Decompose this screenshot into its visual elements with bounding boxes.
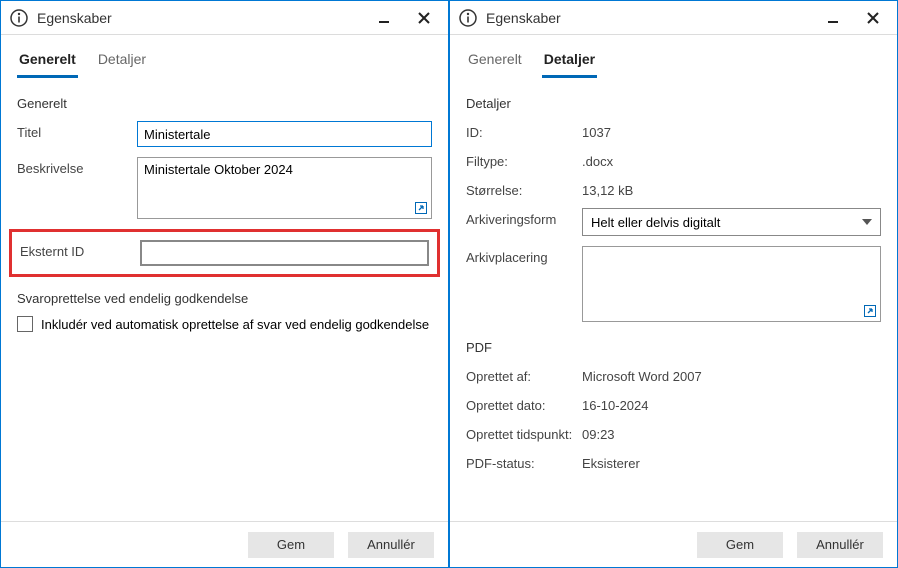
section-heading-reply: Svaroprettelse ved endelig godkendelse [17, 291, 432, 306]
row-external-id: Eksternt ID [20, 240, 429, 266]
title-input[interactable] [137, 121, 432, 147]
footer: Gem Annullér [450, 521, 897, 567]
value-pdf-status: Eksisterer [582, 452, 640, 471]
archiveform-dropdown[interactable]: Helt eller delvis digitalt [582, 208, 881, 236]
label-id: ID: [466, 121, 582, 140]
external-id-highlight: Eksternt ID [9, 229, 440, 277]
save-button[interactable]: Gem [697, 532, 783, 558]
label-size: Størrelse: [466, 179, 582, 198]
section-heading-general: Generelt [1, 78, 448, 121]
tab-general[interactable]: Generelt [17, 47, 78, 78]
form-general: Titel Beskrivelse Ministertale Oktober 2… [1, 121, 448, 521]
external-id-input[interactable] [140, 240, 429, 266]
expand-icon[interactable] [414, 201, 428, 215]
section-heading-pdf: PDF [466, 340, 881, 355]
row-archiveloc: Arkivplacering [466, 246, 881, 322]
window-title: Egenskaber [486, 10, 813, 26]
label-external-id: Eksternt ID [20, 240, 140, 259]
row-size: Størrelse: 13,12 kB [466, 179, 881, 198]
titlebar: Egenskaber [1, 1, 448, 35]
label-pdf-created-time: Oprettet tidspunkt: [466, 423, 582, 442]
save-button[interactable]: Gem [248, 532, 334, 558]
tab-general[interactable]: Generelt [466, 47, 524, 78]
window-title: Egenskaber [37, 10, 364, 26]
row-pdf-created-by: Oprettet af: Microsoft Word 2007 [466, 365, 881, 384]
row-id: ID: 1037 [466, 121, 881, 140]
value-id: 1037 [582, 121, 611, 140]
value-pdf-created-date: 16-10-2024 [582, 394, 649, 413]
label-pdf-created-date: Oprettet dato: [466, 394, 582, 413]
cancel-button[interactable]: Annullér [797, 532, 883, 558]
footer: Gem Annullér [1, 521, 448, 567]
description-textarea[interactable]: Ministertale Oktober 2024 [137, 157, 432, 219]
label-pdf-created-by: Oprettet af: [466, 365, 582, 384]
row-include-auto-reply: Inkludér ved automatisk oprettelse af sv… [17, 316, 432, 332]
tabs: Generelt Detaljer [450, 35, 897, 78]
label-description: Beskrivelse [17, 157, 137, 176]
tab-details[interactable]: Detaljer [542, 47, 597, 78]
label-title: Titel [17, 121, 137, 140]
expand-icon[interactable] [863, 304, 877, 318]
label-archiveloc: Arkivplacering [466, 246, 582, 265]
section-heading-details: Detaljer [450, 78, 897, 121]
row-pdf-created-date: Oprettet dato: 16-10-2024 [466, 394, 881, 413]
close-button[interactable] [404, 4, 444, 32]
row-description: Beskrivelse Ministertale Oktober 2024 [17, 157, 432, 219]
value-size: 13,12 kB [582, 179, 633, 198]
include-auto-reply-label: Inkludér ved automatisk oprettelse af sv… [41, 317, 429, 332]
archiveloc-textarea[interactable] [582, 246, 881, 322]
chevron-down-icon [862, 219, 872, 225]
label-filetype: Filtype: [466, 150, 582, 169]
info-icon [9, 8, 29, 28]
properties-window-details: Egenskaber Generelt Detaljer Detaljer ID… [449, 0, 898, 568]
archiveform-value: Helt eller delvis digitalt [591, 215, 720, 230]
row-pdf-status: PDF-status: Eksisterer [466, 452, 881, 471]
cancel-button[interactable]: Annullér [348, 532, 434, 558]
info-icon [458, 8, 478, 28]
form-details: ID: 1037 Filtype: .docx Størrelse: 13,12… [450, 121, 897, 521]
label-archiveform: Arkiveringsform [466, 208, 582, 227]
row-title: Titel [17, 121, 432, 147]
titlebar: Egenskaber [450, 1, 897, 35]
row-archiveform: Arkiveringsform Helt eller delvis digita… [466, 208, 881, 236]
close-button[interactable] [853, 4, 893, 32]
row-filetype: Filtype: .docx [466, 150, 881, 169]
description-value: Ministertale Oktober 2024 [144, 162, 293, 177]
properties-window-general: Egenskaber Generelt Detaljer Generelt Ti… [0, 0, 449, 568]
tab-details[interactable]: Detaljer [96, 47, 148, 78]
minimize-button[interactable] [364, 4, 404, 32]
tabs: Generelt Detaljer [1, 35, 448, 78]
row-pdf-created-time: Oprettet tidspunkt: 09:23 [466, 423, 881, 442]
value-filetype: .docx [582, 150, 613, 169]
value-pdf-created-time: 09:23 [582, 423, 615, 442]
minimize-button[interactable] [813, 4, 853, 32]
label-pdf-status: PDF-status: [466, 452, 582, 471]
value-pdf-created-by: Microsoft Word 2007 [582, 365, 702, 384]
include-auto-reply-checkbox[interactable] [17, 316, 33, 332]
